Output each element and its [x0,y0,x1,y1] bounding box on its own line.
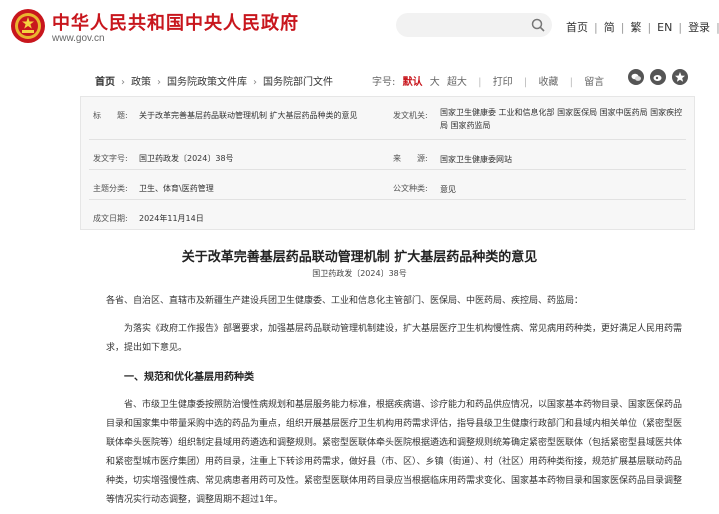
traditional-link[interactable]: 繁 [630,21,641,34]
chevron-right-icon: › [121,77,125,88]
font-size-default[interactable]: 默认 [403,77,423,88]
docno-label: 发文字号: [93,154,128,163]
print-button[interactable]: 打印 [493,77,513,88]
divider: | [478,77,482,88]
national-emblem-icon[interactable] [10,8,46,44]
search-icon[interactable] [531,18,545,32]
font-size-large[interactable]: 大 [430,77,440,88]
site-url: www.gov.cn [52,33,105,44]
title-label: 标 题: [93,111,128,120]
chevron-right-icon: › [157,77,161,88]
topic-value: 卫生、体育\医药管理 [139,184,214,193]
type-value: 意见 [440,185,456,194]
site-title[interactable]: 中华人民共和国中央人民政府 [52,9,299,35]
qzone-icon[interactable] [672,69,688,85]
weibo-icon[interactable] [650,69,666,85]
breadcrumb-policy[interactable]: 政策 [131,77,151,88]
favorite-button[interactable]: 收藏 [538,77,558,88]
divider: | [523,77,528,88]
docno-value: 国卫药政发〔2024〕38号 [139,154,234,163]
wechat-icon[interactable] [628,69,644,85]
search-input[interactable] [396,13,552,37]
english-link[interactable]: EN [657,21,672,34]
font-size-label: 字号: [372,77,396,88]
divider: | [678,21,683,34]
document-info-panel: 标 题: 关于改革完善基层药品联动管理机制 扩大基层药品种类的意见 发文机关: … [80,96,695,230]
breadcrumb-bar: 首页 › 政策 › 国务院政策文件库 › 国务院部门文件 字号: 默认 大 超大 | 打印 … [80,66,719,92]
login-link[interactable]: 登录 [688,21,710,34]
divider: | [620,21,625,34]
breadcrumb-department-docs[interactable]: 国务院部门文件 [263,77,333,88]
share-icons [628,69,694,88]
issuer-label: 发文机关: [393,111,428,120]
site-header: 中华人民共和国中央人民政府 www.gov.cn 首页|简|繁|EN|登录|邮 [0,0,719,58]
chevron-right-icon: › [253,77,257,88]
source-label: 来 源: [393,154,428,163]
divider [89,139,686,140]
topic-label: 主题分类: [93,184,128,193]
divider: | [569,77,573,88]
article-tools: 字号: 默认 大 超大 | 打印 | 收藏 | 留言 [372,73,604,88]
article-paragraph: 为落实《政府工作报告》部署要求，加强基层药品联动管理机制建设，扩大基层医疗卫生机… [106,324,683,353]
type-label: 公文种类: [393,184,428,193]
divider: | [647,21,652,34]
source-value: 国家卫生健康委网站 [440,155,512,164]
breadcrumb-policy-library[interactable]: 国务院政策文件库 [167,77,247,88]
divider [89,169,686,170]
home-link[interactable]: 首页 [566,21,588,34]
font-size-xlarge[interactable]: 超大 [447,77,467,88]
divider: | [594,21,598,34]
issuer-value: 国家卫生健康委 工业和信息化部 国家医保局 国家中医药局 国家疾控局 国家药监局 [440,108,683,130]
simplified-link[interactable]: 简 [604,21,615,34]
article-paragraph: 各省、自治区、直辖市及新疆生产建设兵团卫生健康委、工业和信息化主管部门、医保局、… [106,296,584,306]
date-value: 2024年11月14日 [139,214,204,223]
title-value: 关于改革完善基层药品联动管理机制 扩大基层药品种类的意见 [139,111,358,120]
divider [89,199,686,200]
section-heading: 一、规范和优化基层用药种类 [124,372,254,383]
comment-button[interactable]: 留言 [584,77,604,88]
article-title: 关于改革完善基层药品联动管理机制 扩大基层药品种类的意见 [181,250,538,265]
breadcrumb: 首页 › 政策 › 国务院政策文件库 › 国务院部门文件 [95,73,333,88]
article-paragraph: 省、市级卫生健康委按照防治慢性病规划和基层服务能力标准，根据疾病谱、诊疗能力和药… [106,400,683,505]
breadcrumb-home[interactable]: 首页 [95,77,115,88]
article-doc-number: 国卫药政发〔2024〕38号 [312,269,407,278]
top-links: 首页|简|繁|EN|登录|邮 [566,19,719,35]
date-label: 成文日期: [93,214,128,223]
